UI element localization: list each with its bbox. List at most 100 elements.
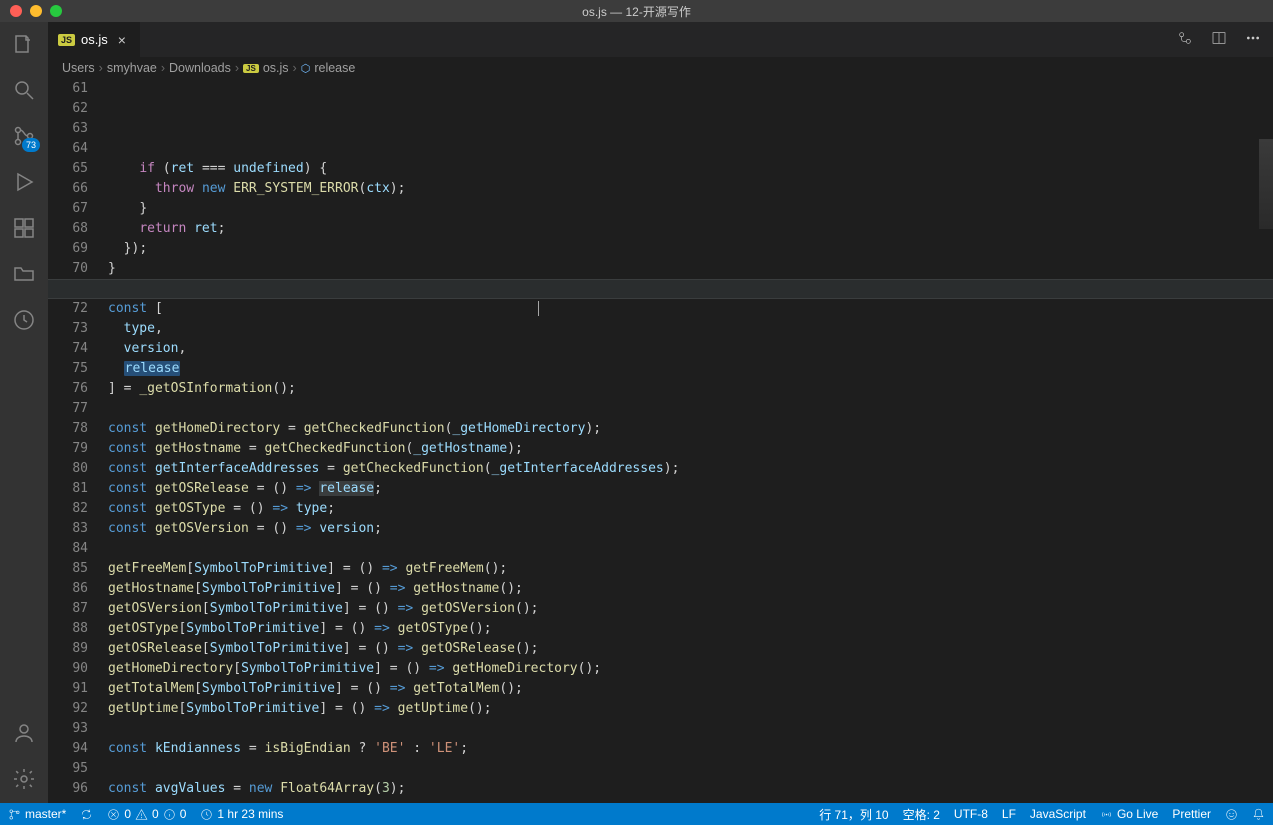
cursor-position[interactable]: 行 71，列 10 [819,806,888,823]
explorer-icon[interactable] [10,30,38,58]
indentation-setting[interactable]: 空格: 2 [903,806,940,823]
tab-os-js[interactable]: JS os.js × [48,22,141,57]
line-number: 69 [48,239,88,259]
line-number: 82 [48,499,88,519]
code-line[interactable]: throw new ERR_SYSTEM_ERROR(ctx); [108,179,1273,199]
code-line[interactable]: getOSType[SymbolToPrimitive] = () => get… [108,619,1273,639]
line-number: 62 [48,99,88,119]
line-number: 83 [48,519,88,539]
titlebar: os.js — 12-开源写作 [0,0,1273,22]
breadcrumb-segment[interactable]: os.js [263,61,289,75]
compare-changes-icon[interactable] [1177,30,1193,49]
line-number-gutter: 6162636465666768697071727374757677787980… [48,79,108,803]
code-line[interactable]: const getInterfaceAddresses = getChecked… [108,459,1273,479]
language-mode[interactable]: JavaScript [1030,806,1086,823]
code-line[interactable]: const avgValues = new Float64Array(3); [108,779,1273,799]
extensions-icon[interactable] [10,214,38,242]
go-live-button[interactable]: Go Live [1100,806,1158,823]
breadcrumb[interactable]: Users › smyhvae › Downloads › JS os.js ›… [48,57,1273,79]
split-editor-icon[interactable] [1211,30,1227,49]
code-line[interactable]: const [ [108,299,1273,319]
line-number: 93 [48,719,88,739]
code-line[interactable]: getFreeMem[SymbolToPrimitive] = () => ge… [108,559,1273,579]
more-actions-icon[interactable] [1245,30,1261,49]
feedback-icon[interactable] [1225,806,1238,823]
eol-setting[interactable]: LF [1002,806,1016,823]
line-number: 92 [48,699,88,719]
code-line[interactable]: version, [108,339,1273,359]
code-line[interactable] [108,719,1273,739]
timeline-icon[interactable] [10,306,38,334]
code-line[interactable]: return ret; [108,219,1273,239]
code-line[interactable]: } [108,199,1273,219]
code-line[interactable]: const getOSType = () => type; [108,499,1273,519]
breadcrumb-segment[interactable]: Downloads [169,61,231,75]
breadcrumb-segment[interactable]: Users [62,61,95,75]
folder-icon[interactable] [10,260,38,288]
code-line[interactable]: release [108,359,1273,379]
js-file-icon: JS [243,64,259,73]
minimize-window-button[interactable] [30,5,42,17]
line-number: 85 [48,559,88,579]
code-line[interactable]: } [108,259,1273,279]
code-line[interactable]: const getHomeDirectory = getCheckedFunct… [108,419,1273,439]
sync-changes-button[interactable] [80,808,93,821]
run-debug-icon[interactable] [10,168,38,196]
window-title: os.js — 12-开源写作 [582,3,691,20]
breadcrumb-symbol[interactable]: release [314,61,355,75]
line-number: 76 [48,379,88,399]
code-line[interactable] [108,539,1273,559]
code-line[interactable] [108,399,1273,419]
line-number: 63 [48,119,88,139]
code-line[interactable]: getOSVersion[SymbolToPrimitive] = () => … [108,599,1273,619]
code-editor[interactable]: 6162636465666768697071727374757677787980… [48,79,1273,803]
git-branch-indicator[interactable]: master* [8,807,66,821]
code-line[interactable]: const kEndianness = isBigEndian ? 'BE' :… [108,739,1273,759]
breadcrumb-segment[interactable]: smyhvae [107,61,157,75]
code-line[interactable]: getTotalMem[SymbolToPrimitive] = () => g… [108,679,1273,699]
code-line[interactable]: const getOSVersion = () => version; [108,519,1273,539]
line-number: 86 [48,579,88,599]
scm-badge: 73 [22,138,40,152]
source-control-icon[interactable]: 73 [10,122,38,150]
line-number: 64 [48,139,88,159]
close-tab-icon[interactable]: × [114,32,130,48]
symbol-variable-icon: ⬡ [301,62,311,75]
encoding-setting[interactable]: UTF-8 [954,806,988,823]
code-line[interactable]: type, [108,319,1273,339]
prettier-status[interactable]: Prettier [1172,806,1211,823]
code-line[interactable]: const getHostname = getCheckedFunction(_… [108,439,1273,459]
settings-gear-icon[interactable] [10,765,38,793]
js-file-icon: JS [58,34,75,46]
line-number: 80 [48,459,88,479]
chevron-right-icon: › [99,61,103,75]
code-line[interactable]: const getOSRelease = () => release; [108,479,1273,499]
code-line[interactable]: ] = _getOSInformation(); [108,379,1273,399]
code-line[interactable]: if (ret === undefined) { [108,159,1273,179]
line-number: 74 [48,339,88,359]
time-tracking[interactable]: 1 hr 23 mins [200,807,283,821]
code-content[interactable]: if (ret === undefined) { throw new ERR_S… [108,79,1273,803]
close-window-button[interactable] [10,5,22,17]
problems-indicator[interactable]: 0 0 0 [107,807,186,821]
chevron-right-icon: › [161,61,165,75]
code-line[interactable]: getHostname[SymbolToPrimitive] = () => g… [108,579,1273,599]
account-icon[interactable] [10,719,38,747]
line-number: 73 [48,319,88,339]
code-line[interactable]: getOSRelease[SymbolToPrimitive] = () => … [108,639,1273,659]
code-line[interactable]: }); [108,239,1273,259]
line-number: 78 [48,419,88,439]
maximize-window-button[interactable] [50,5,62,17]
tab-label: os.js [81,32,108,47]
line-number: 75 [48,359,88,379]
code-line[interactable] [108,759,1273,779]
line-number: 81 [48,479,88,499]
code-line[interactable] [108,799,1273,803]
minimap[interactable] [1259,139,1273,229]
code-line[interactable]: getHomeDirectory[SymbolToPrimitive] = ()… [108,659,1273,679]
line-number: 96 [48,779,88,799]
line-number: 88 [48,619,88,639]
notifications-icon[interactable] [1252,806,1265,823]
search-icon[interactable] [10,76,38,104]
code-line[interactable]: getUptime[SymbolToPrimitive] = () => get… [108,699,1273,719]
